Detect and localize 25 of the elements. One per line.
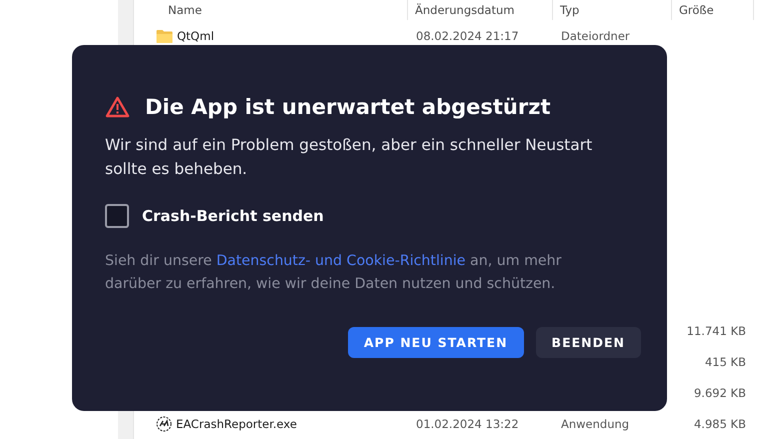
privacy-link[interactable]: Datenschutz- und Cookie-Richtlinie [216, 253, 466, 269]
restart-button[interactable]: APP NEU STARTEN [348, 327, 524, 358]
column-header[interactable]: Typ [560, 3, 580, 17]
modified-date: 01.02.2024 13:22 [416, 416, 519, 430]
file-size: 11.741 KB [686, 324, 746, 338]
file-size: 9.692 KB [694, 386, 746, 400]
file-name[interactable]: QtQml [177, 28, 214, 42]
checkbox[interactable] [105, 204, 129, 228]
file-type: Anwendung [561, 416, 630, 430]
quit-button[interactable]: BEENDEN [536, 327, 641, 358]
app-icon [156, 416, 172, 432]
folder-icon [156, 28, 173, 42]
dialog-title: Die App ist unerwartet abgestürzt [145, 95, 551, 119]
warning-icon [105, 96, 130, 118]
file-name[interactable]: EACrashReporter.exe [176, 416, 297, 430]
file-size: 415 KB [704, 354, 746, 368]
file-size: 4.985 KB [694, 416, 746, 430]
column-header[interactable]: Größe [679, 3, 714, 17]
checkbox-label[interactable]: Crash-Bericht senden [142, 207, 324, 225]
column-header[interactable]: Name [168, 3, 202, 17]
column-header[interactable]: Änderungsdatum [415, 3, 514, 17]
modified-date: 08.02.2024 21:17 [416, 28, 519, 42]
privacy-notice: Sieh dir unsere Datenschutz- und Cookie-Richtlinie an, um mehr darüber zu erfahren, wie wir deine Daten nutzen und schützen. [105, 252, 562, 294]
dialog-message: Wir sind auf ein Problem gestoßen, aber ein schneller Neustart sollte es beheben. [105, 135, 594, 180]
file-type: Dateiordner [561, 28, 630, 42]
